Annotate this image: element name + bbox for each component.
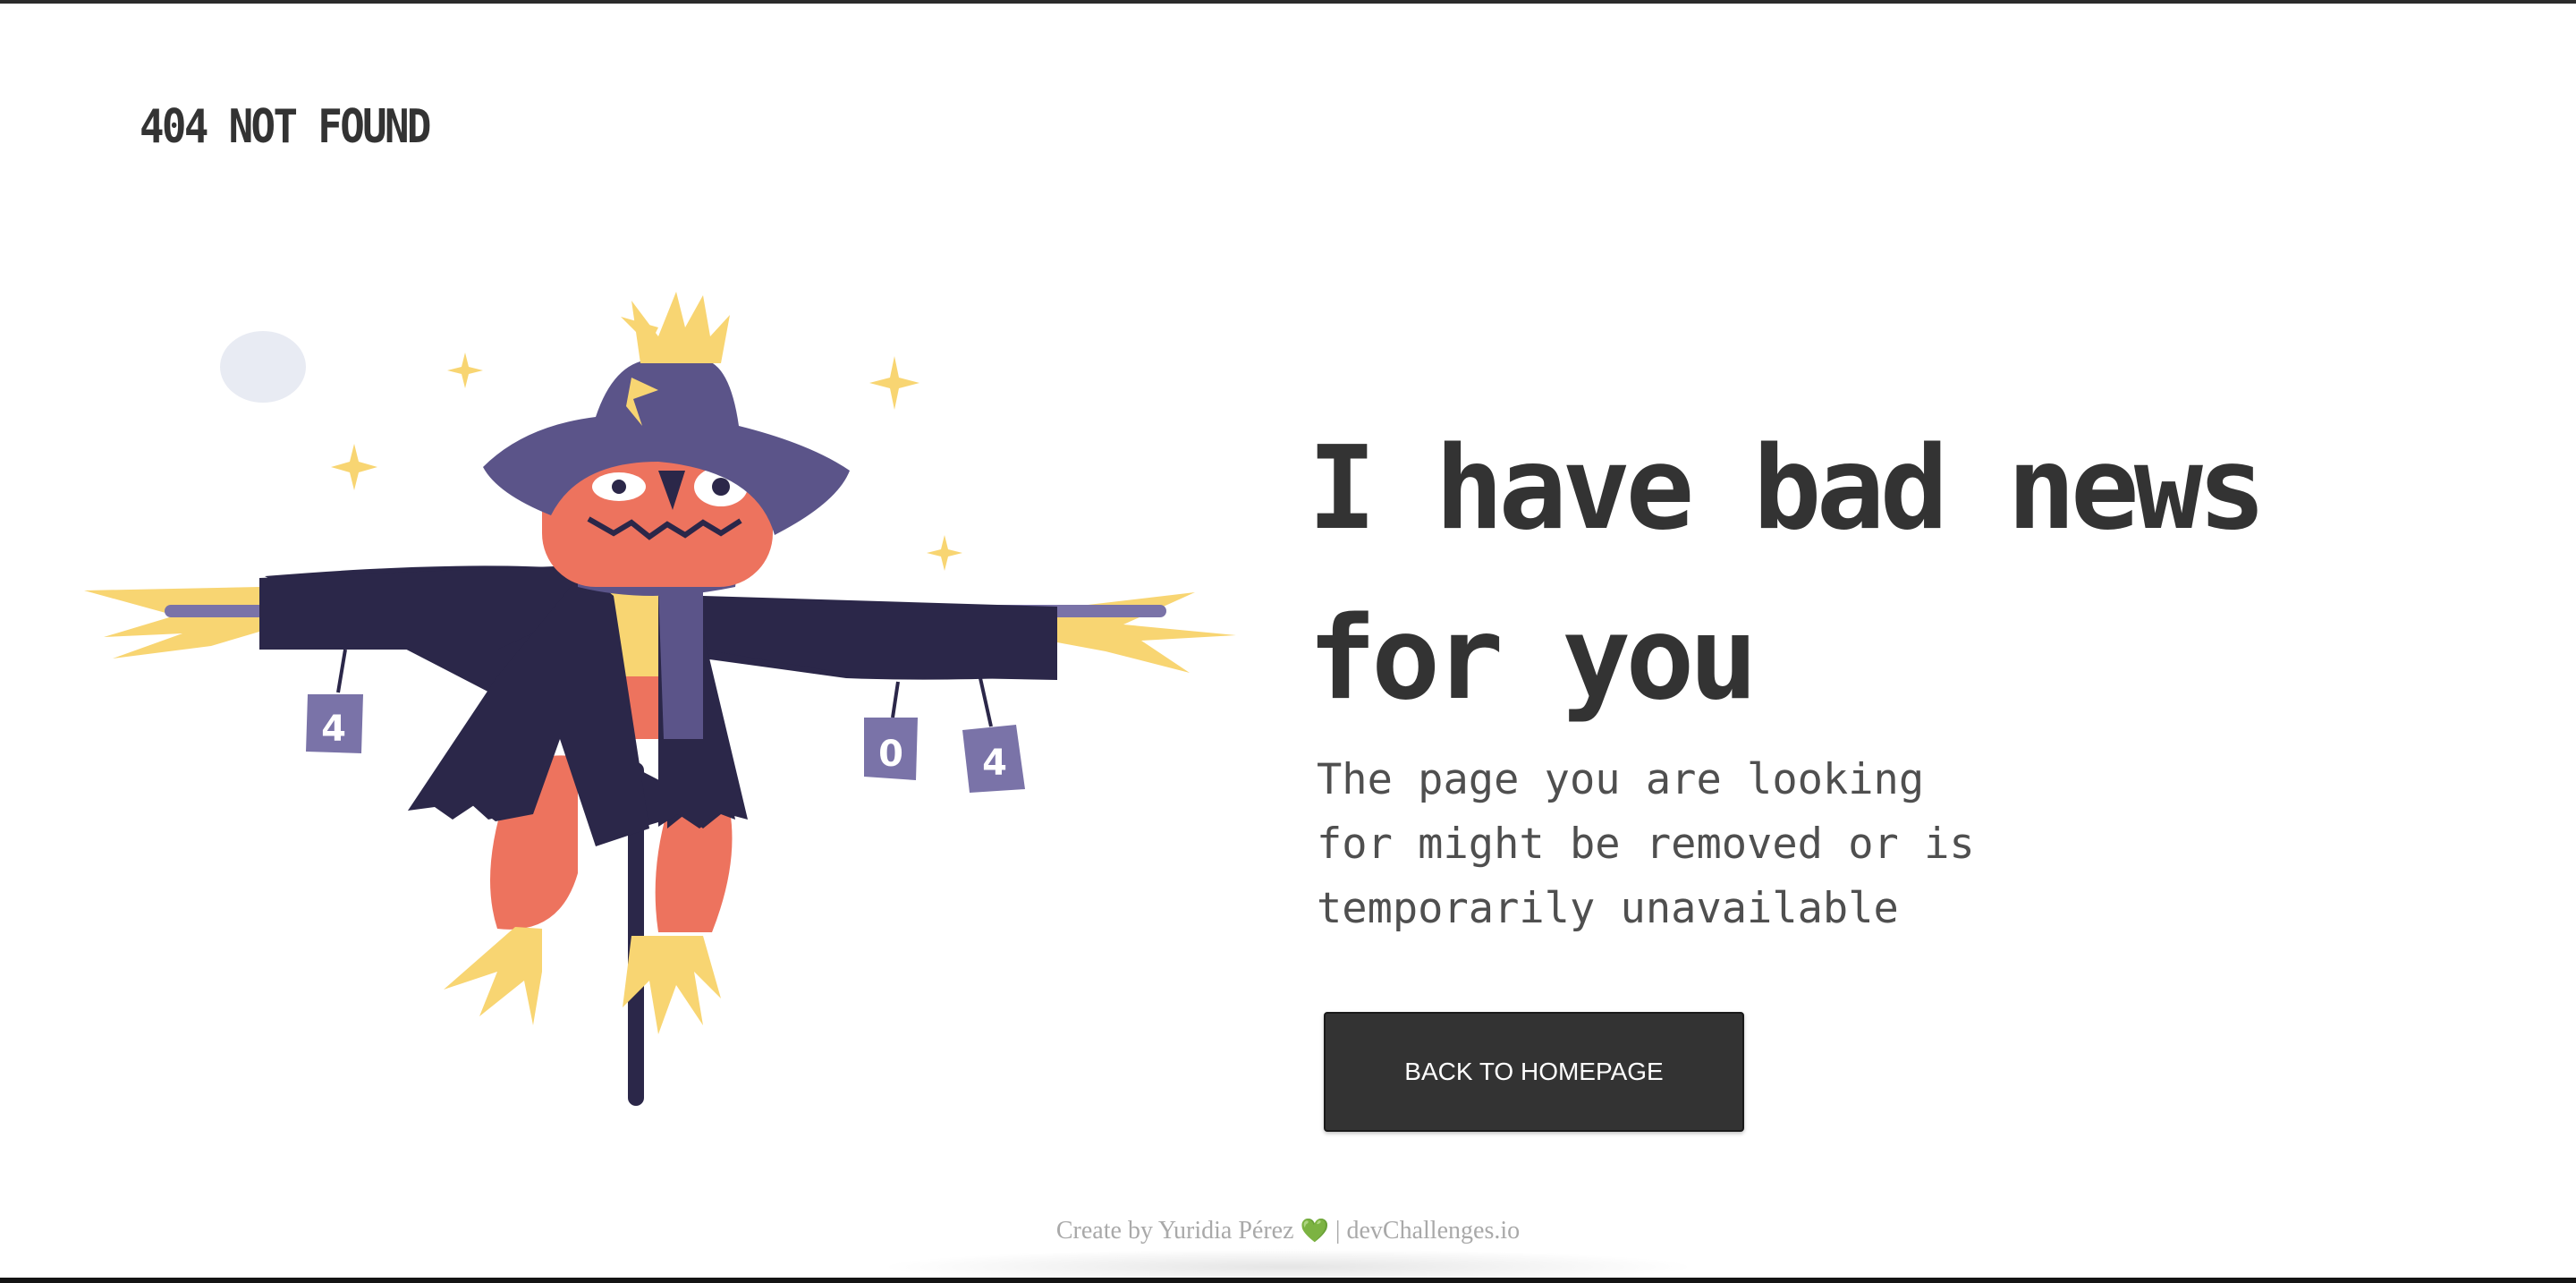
back-to-homepage-button[interactable]: BACK TO HOMEPAGE — [1324, 1012, 1744, 1132]
page-title: I have bad news for you — [1308, 404, 2470, 744]
site-logo-text[interactable]: 404 NOT FOUND — [140, 100, 431, 154]
message-line: The page you are looking — [1317, 755, 1925, 804]
can-label: 4 — [982, 743, 1007, 784]
can-label: 0 — [878, 734, 903, 775]
footer-site-link[interactable]: devChallenges.io — [1347, 1217, 1521, 1245]
footer-separator: | — [1335, 1217, 1341, 1245]
headline-line: for you — [1308, 592, 1758, 726]
heart-icon: 💚 — [1300, 1218, 1329, 1245]
headline-line: I have bad news — [1308, 422, 2267, 556]
footer-credit: Create by Yuridia Pérez 💚 | devChallenge… — [0, 1217, 2576, 1245]
scarecrow-illustration: 4 0 4 — [84, 292, 1236, 1106]
can-label: 4 — [321, 709, 346, 750]
top-border — [0, 0, 2576, 4]
message-line: for might be removed or is — [1317, 820, 1975, 869]
footer-author: Create by Yuridia Pérez — [1055, 1217, 1294, 1245]
bottom-border — [0, 1278, 2576, 1283]
moon-icon — [220, 331, 306, 403]
message-line: temporarily unavailable — [1317, 884, 1899, 933]
error-message: The page you are looking for might be re… — [1317, 748, 1996, 941]
